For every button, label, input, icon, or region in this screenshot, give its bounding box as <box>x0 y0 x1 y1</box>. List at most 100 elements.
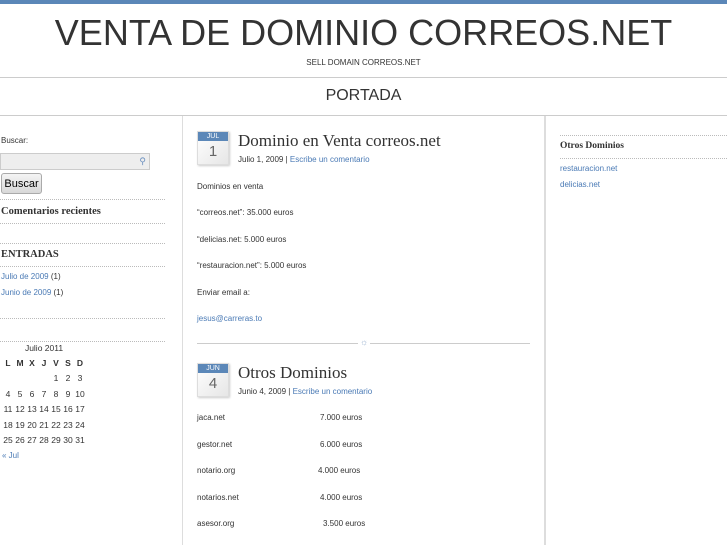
site-subtitle: SELL DOMAIN CORREOS.NET <box>306 58 421 67</box>
comment-link[interactable]: Escribe un comentario <box>293 387 373 396</box>
post-meta: Julio 1, 2009 | Escribe un comentario <box>238 155 370 164</box>
archive-count: (1) <box>53 288 64 297</box>
calendar-date-icon: JUL 1 <box>197 131 229 165</box>
calendar-day: 25 <box>3 435 13 446</box>
domain-price: 7.000 euros <box>320 413 363 422</box>
post-text: Dominios en venta <box>197 182 264 191</box>
post-text: Enviar email a: <box>197 288 250 297</box>
domain-price: 4.000 euros <box>318 466 361 475</box>
calendar-day: 2 <box>65 373 71 384</box>
calendar-day: 16 <box>63 404 73 415</box>
post-month: JUN <box>198 364 228 373</box>
archive-item: Junio de 2009 (1) <box>1 288 63 297</box>
calendar-day: 14 <box>39 404 49 415</box>
divider <box>0 77 727 78</box>
post-day: 1 <box>208 143 218 160</box>
post-title[interactable]: Otros Dominios <box>238 363 347 383</box>
email-link[interactable]: jesus@carreras.to <box>197 314 262 323</box>
calendar-day: 10 <box>75 388 85 399</box>
post-month: JUL <box>198 132 228 141</box>
calendar-day: 7 <box>41 388 47 399</box>
calendar: Julio 2011 LMXJVSD 1 2 3 4 5 6 7 8 9 10 11 12 13 14 15… <box>2 343 86 460</box>
domain-name: gestor.net <box>197 439 233 449</box>
calendar-week: 11 12 13 14 15 16 17 <box>2 402 86 418</box>
calendar-day: 28 <box>39 435 49 446</box>
divider <box>0 223 165 224</box>
divider <box>560 135 727 136</box>
calendar-week: 25 26 27 28 29 30 31 <box>2 433 86 449</box>
calendar-day: 12 <box>15 404 25 415</box>
calendar-day: 18 <box>3 419 13 430</box>
post-date: Julio 1, 2009 <box>238 155 284 164</box>
domain-name: notarios.net <box>197 492 239 502</box>
divider <box>0 266 165 267</box>
search-input[interactable]: ⚲ <box>0 153 150 170</box>
calendar-week: 18 19 20 21 22 23 24 <box>2 417 86 433</box>
calendar-day: 26 <box>15 435 25 446</box>
calendar-day <box>2 371 14 387</box>
calendar-day <box>14 371 26 387</box>
divider <box>0 341 165 342</box>
calendar-weekday: J <box>41 357 47 368</box>
calendar-day: 23 <box>63 419 73 430</box>
calendar-day: 21 <box>39 419 49 430</box>
calendar-weekday: L <box>5 357 11 368</box>
calendar-week: 123 <box>2 371 86 387</box>
nav-portada[interactable]: PORTADA <box>326 87 402 104</box>
calendar-day: 20 <box>27 419 37 430</box>
calendar-weekday: M <box>16 357 24 368</box>
calendar-day: 29 <box>51 435 61 446</box>
calendar-day <box>26 371 38 387</box>
calendar-weekday: X <box>29 357 35 368</box>
calendar-day <box>38 371 50 387</box>
domain-link[interactable]: restauracion.net <box>560 164 617 173</box>
entries-heading: ENTRADAS <box>1 249 59 260</box>
separator: | <box>285 155 288 164</box>
search-button[interactable]: Buscar <box>1 173 42 194</box>
calendar-caption: Julio 2011 <box>24 343 64 353</box>
calendar-day: 3 <box>77 373 83 384</box>
post-day: 4 <box>208 375 218 392</box>
archive-count: (1) <box>50 272 61 281</box>
calendar-day: 1 <box>53 373 59 384</box>
archive-link[interactable]: Junio de 2009 <box>1 288 51 297</box>
domain-name: asesor.org <box>197 519 235 528</box>
search-icon: ⚲ <box>139 156 146 166</box>
domain-price: 3.500 euros <box>323 519 366 528</box>
calendar-week: 4 5 6 7 8 9 10 <box>2 386 86 402</box>
calendar-weekday: V <box>53 357 59 368</box>
post-text: “correos.net”: 35.000 euros <box>197 208 294 217</box>
calendar-day: 8 <box>53 388 59 399</box>
divider <box>560 158 727 159</box>
recent-comments-heading: Comentarios recientes <box>1 206 101 217</box>
post-date: Junio 4, 2009 <box>238 387 287 396</box>
calendar-day: 13 <box>27 404 37 415</box>
archive-link[interactable]: Julio de 2009 <box>1 272 49 281</box>
calendar-day: 4 <box>5 388 11 399</box>
calendar-day: 11 <box>3 404 13 415</box>
column-divider <box>544 116 546 545</box>
domain-name: notario.org <box>197 466 236 475</box>
domain-price: 4.000 euros <box>320 492 363 502</box>
divider <box>0 243 165 244</box>
calendar-day: 30 <box>63 435 73 446</box>
column-divider <box>182 116 183 545</box>
calendar-weekday: D <box>76 357 84 368</box>
calendar-weekday: S <box>65 357 71 368</box>
domain-link[interactable]: delicias.net <box>560 180 600 189</box>
calendar-prev-link[interactable]: « Jul <box>2 451 86 460</box>
divider <box>0 115 727 116</box>
calendar-day: 24 <box>75 419 85 430</box>
calendar-day: 6 <box>29 388 35 399</box>
calendar-day: 17 <box>75 404 85 415</box>
calendar-day: 9 <box>65 388 71 399</box>
separator-ornament-icon: ☼ <box>358 337 371 347</box>
calendar-day: 5 <box>17 388 23 399</box>
divider <box>0 318 165 319</box>
post-text: “delicias.net: 5.000 euros <box>197 235 287 244</box>
post-title[interactable]: Dominio en Venta correos.net <box>238 131 441 151</box>
other-domains-heading: Otros Dominios <box>560 141 624 151</box>
site-title[interactable]: VENTA DE DOMINIO CORREOS.NET <box>0 12 727 54</box>
comment-link[interactable]: Escribe un comentario <box>290 155 370 164</box>
archive-item: Julio de 2009 (1) <box>1 272 61 281</box>
